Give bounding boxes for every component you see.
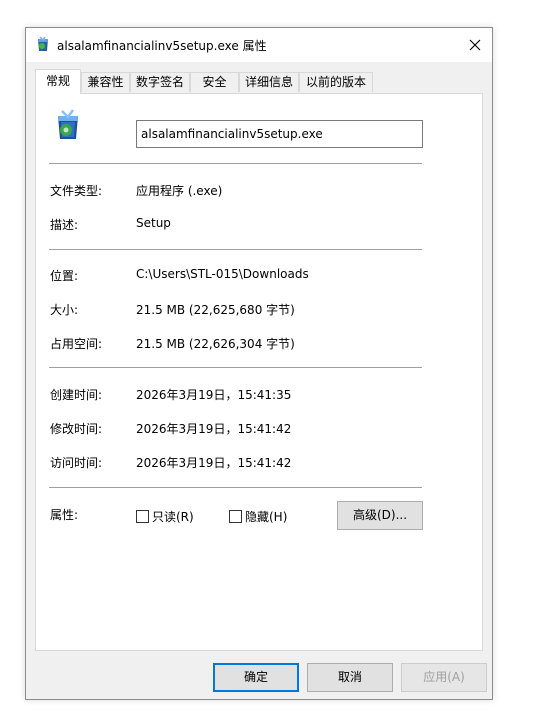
description-value: Setup (136, 216, 171, 230)
close-icon (469, 39, 481, 51)
tab-security[interactable]: 安全 (190, 72, 239, 92)
created-value: 2026年3月19日，15:41:35 (136, 388, 292, 402)
apply-button[interactable]: 应用(A) (401, 663, 487, 692)
tab-previous-versions[interactable]: 以前的版本 (299, 72, 373, 92)
created-label: 创建时间: (50, 388, 103, 402)
tab-details[interactable]: 详细信息 (239, 72, 299, 92)
tab-compatibility[interactable]: 兼容性 (81, 72, 130, 92)
separator (49, 487, 422, 488)
attributes-label: 属性: (50, 508, 79, 522)
window-title: alsalamfinancialinv5setup.exe 属性 (57, 39, 267, 53)
tab-general[interactable]: 常规 (35, 69, 81, 94)
size-on-disk-value: 21.5 MB (22,626,304 字节) (136, 337, 295, 351)
location-value: C:\Users\STL-015\Downloads (136, 267, 309, 281)
hidden-label[interactable]: 隐藏(H) (245, 508, 287, 525)
hidden-checkbox[interactable] (229, 510, 242, 523)
readonly-label[interactable]: 只读(R) (152, 508, 194, 525)
close-button[interactable] (458, 28, 492, 62)
properties-dialog: alsalamfinancialinv5setup.exe 属性 常规 兼容性 … (25, 27, 493, 700)
separator (49, 249, 422, 250)
size-on-disk-label: 占用空间: (50, 337, 103, 351)
file-type-label: 文件类型: (50, 184, 103, 198)
filename-field[interactable]: alsalamfinancialinv5setup.exe (136, 120, 423, 148)
location-label: 位置: (50, 269, 79, 283)
separator (49, 163, 422, 164)
readonly-checkbox[interactable] (136, 510, 149, 523)
file-type-value: 应用程序 (.exe) (136, 184, 223, 198)
installer-icon (38, 36, 48, 51)
modified-label: 修改时间: (50, 422, 103, 436)
ok-button[interactable]: 确定 (213, 663, 299, 692)
installer-icon (58, 109, 78, 139)
separator (49, 367, 422, 368)
advanced-button[interactable]: 高级(D)... (337, 501, 423, 530)
cancel-button[interactable]: 取消 (307, 663, 393, 692)
title-bar: alsalamfinancialinv5setup.exe 属性 (26, 28, 492, 62)
general-panel: alsalamfinancialinv5setup.exe 文件类型: 应用程序… (35, 93, 483, 651)
accessed-label: 访问时间: (50, 456, 103, 470)
accessed-value: 2026年3月19日，15:41:42 (136, 456, 292, 470)
modified-value: 2026年3月19日，15:41:42 (136, 422, 292, 436)
description-label: 描述: (50, 218, 79, 232)
size-value: 21.5 MB (22,625,680 字节) (136, 303, 295, 317)
tab-digital-signatures[interactable]: 数字签名 (130, 72, 190, 92)
size-label: 大小: (50, 303, 79, 317)
